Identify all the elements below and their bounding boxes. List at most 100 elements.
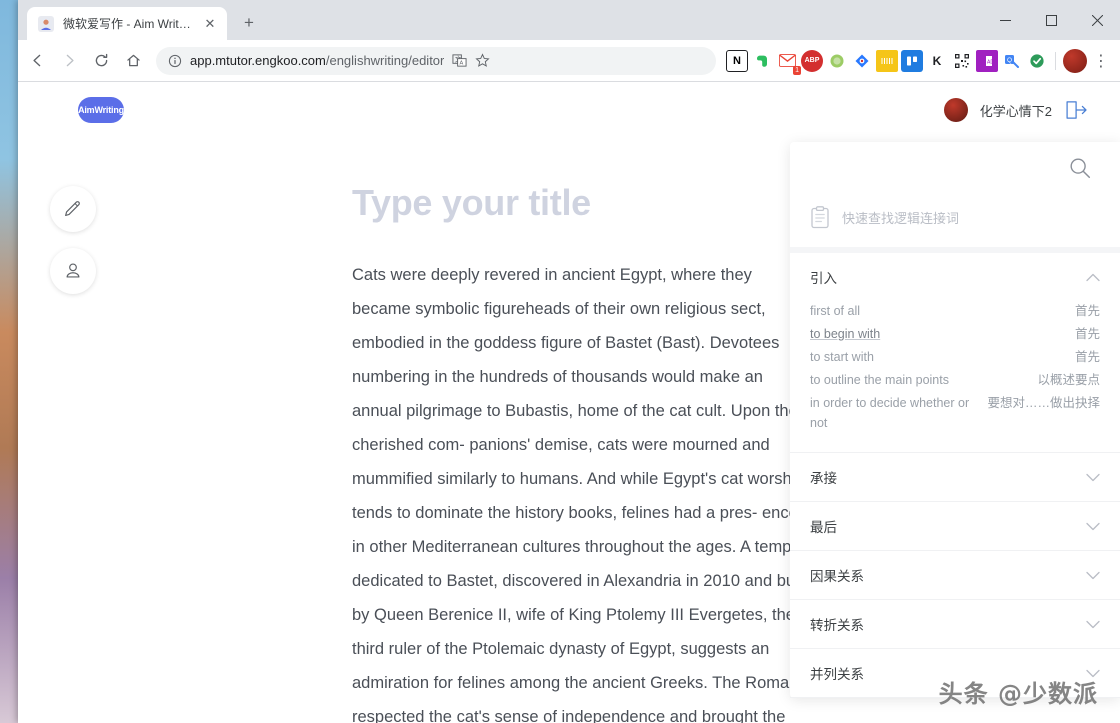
accordion-header-parallel[interactable]: 并列关系 (790, 649, 1120, 697)
home-button[interactable] (118, 46, 148, 76)
window-minimize-button[interactable] (982, 4, 1028, 36)
header-user-area: 化学心情下2 (943, 98, 1090, 122)
browser-toolbar: app.mtutor.engkoo.com/englishwriting/edi… (18, 40, 1120, 82)
accordion-section-causality: 因果关系 (790, 551, 1120, 600)
accordion-title: 并列关系 (810, 667, 864, 682)
connector-item[interactable]: to begin with 首先 (810, 324, 1100, 344)
extension-blue-tool-icon[interactable]: Q (1001, 49, 1023, 72)
accordion-section-contrast: 转折关系 (790, 600, 1120, 649)
window-maximize-button[interactable] (1028, 4, 1074, 36)
connector-english: to outline the main points (810, 373, 949, 387)
connector-english: in order to decide whether or not (810, 396, 970, 430)
accordion-header-final[interactable]: 最后 (790, 502, 1120, 550)
accordion-header-causality[interactable]: 因果关系 (790, 551, 1120, 599)
forward-button[interactable] (54, 46, 84, 76)
toolbar-divider (1055, 51, 1056, 70)
extension-glyph: N (733, 54, 741, 67)
page-content: AimWriting 化学心情下2 Type your title Cats w… (18, 82, 1120, 723)
connector-panel: 快速查找逻辑连接词 引入 first of all 首先 to begin wi… (790, 142, 1120, 698)
extension-evernote-icon[interactable] (751, 49, 773, 72)
connector-search-placeholder: 快速查找逻辑连接词 (842, 211, 960, 226)
address-bar[interactable]: app.mtutor.engkoo.com/englishwriting/edi… (156, 46, 716, 75)
svg-text:Q: Q (1007, 57, 1012, 64)
connector-search-field[interactable]: 快速查找逻辑连接词 (790, 194, 1120, 253)
accordion-section-continuation: 承接 (790, 453, 1120, 502)
chevron-down-icon (1086, 669, 1100, 678)
chevron-down-icon (1086, 473, 1100, 482)
app-logo[interactable]: AimWriting (78, 97, 124, 123)
browser-profile-avatar[interactable] (1063, 48, 1087, 73)
bookmark-star-icon[interactable] (475, 53, 490, 68)
extension-kami-icon[interactable]: K (926, 49, 948, 72)
tab-strip: 微软爱写作 - Aim Writing ✕ + (18, 0, 1120, 40)
extension-adblock-plus-icon[interactable]: ABP (801, 49, 823, 72)
url-path: /englishwriting/editor (325, 53, 445, 68)
connector-chinese: 要想对……做出抉择 (987, 396, 1100, 410)
connector-chinese: 首先 (1074, 350, 1100, 364)
accordion-header-contrast[interactable]: 转折关系 (790, 600, 1120, 648)
accordion-title: 最后 (810, 520, 837, 535)
tab-favicon (38, 15, 54, 32)
accordion-title: 引入 (810, 271, 837, 286)
tab-title: 微软爱写作 - Aim Writing (63, 17, 193, 31)
svg-text:AD: AD (987, 59, 994, 65)
chevron-up-icon (1086, 273, 1100, 282)
accordion-body-intro: first of all 首先 to begin with 首先 to star… (790, 301, 1120, 452)
site-info-icon[interactable] (168, 54, 182, 68)
extension-gmail-icon[interactable]: 1 (776, 49, 801, 75)
editor-area: Type your title Cats were deeply revered… (352, 182, 812, 723)
extension-notion-icon[interactable]: N (726, 49, 748, 72)
browser-menu-icon[interactable]: ⋮ (1090, 48, 1112, 74)
extension-diamond-blue-icon[interactable] (851, 49, 873, 72)
browser-tab[interactable]: 微软爱写作 - Aim Writing ✕ (27, 7, 227, 40)
extensions-bar: N 1 ABP K AD Q ⋮ (726, 48, 1112, 75)
extension-badge-count: 1 (793, 65, 801, 75)
app-header: AimWriting 化学心情下2 (18, 82, 1120, 138)
search-icon[interactable] (1058, 146, 1102, 190)
connector-english: first of all (810, 304, 861, 318)
extension-glyph: K (932, 53, 942, 68)
clipboard-icon (810, 206, 830, 229)
connector-chinese: 首先 (1074, 304, 1100, 318)
accordion-section-final: 最后 (790, 502, 1120, 551)
document-body-text[interactable]: Cats were deeply revered in ancient Egyp… (352, 258, 812, 723)
address-bar-url: app.mtutor.engkoo.com/englishwriting/edi… (190, 53, 444, 68)
accordion-title: 承接 (810, 471, 837, 486)
left-rail (50, 186, 96, 294)
extension-purple-reader-icon[interactable]: AD (976, 49, 998, 72)
chevron-down-icon (1086, 522, 1100, 531)
extension-glyph: ABP (804, 57, 820, 64)
connector-item[interactable]: first of all 首先 (810, 301, 1100, 321)
chevron-down-icon (1086, 571, 1100, 580)
browser-window: 微软爱写作 - Aim Writing ✕ + app.mtutor.engko… (18, 0, 1120, 723)
reload-button[interactable] (86, 46, 116, 76)
connector-item[interactable]: to start with 首先 (810, 347, 1100, 367)
accordion-title: 转折关系 (810, 618, 864, 633)
accordion-header-continuation[interactable]: 承接 (790, 453, 1120, 501)
window-close-button[interactable] (1074, 4, 1120, 36)
connector-item[interactable]: in order to decide whether or not 要想对……做… (810, 393, 1100, 433)
extension-green-shield-icon[interactable] (1026, 49, 1048, 72)
window-controls (982, 0, 1120, 40)
rail-profile-button[interactable] (50, 248, 96, 294)
tab-close-icon[interactable]: ✕ (202, 16, 218, 32)
svg-text:A: A (460, 61, 464, 67)
avatar[interactable] (943, 98, 968, 122)
connector-item[interactable]: to outline the main points 以概述要点 (810, 370, 1100, 390)
back-button[interactable] (22, 46, 52, 76)
accordion-section-intro: 引入 first of all 首先 to begin with 首先 to s… (790, 253, 1120, 453)
rail-edit-button[interactable] (50, 186, 96, 232)
extension-green-dot-icon[interactable] (826, 49, 848, 72)
app-logo-text: AimWriting (78, 105, 124, 115)
extension-yellow-notes-icon[interactable] (876, 49, 898, 72)
accordion-header-intro[interactable]: 引入 (790, 253, 1120, 301)
translate-icon[interactable]: 文A (452, 53, 467, 68)
extension-qr-code-icon[interactable] (951, 49, 973, 72)
new-tab-button[interactable]: + (235, 9, 263, 37)
url-host: app.mtutor.engkoo.com (190, 53, 326, 68)
document-title-input[interactable]: Type your title (352, 182, 812, 224)
accordion-title: 因果关系 (810, 569, 864, 584)
extension-trello-icon[interactable] (901, 49, 923, 72)
logout-icon[interactable] (1064, 99, 1090, 121)
accordion-section-parallel: 并列关系 (790, 649, 1120, 698)
